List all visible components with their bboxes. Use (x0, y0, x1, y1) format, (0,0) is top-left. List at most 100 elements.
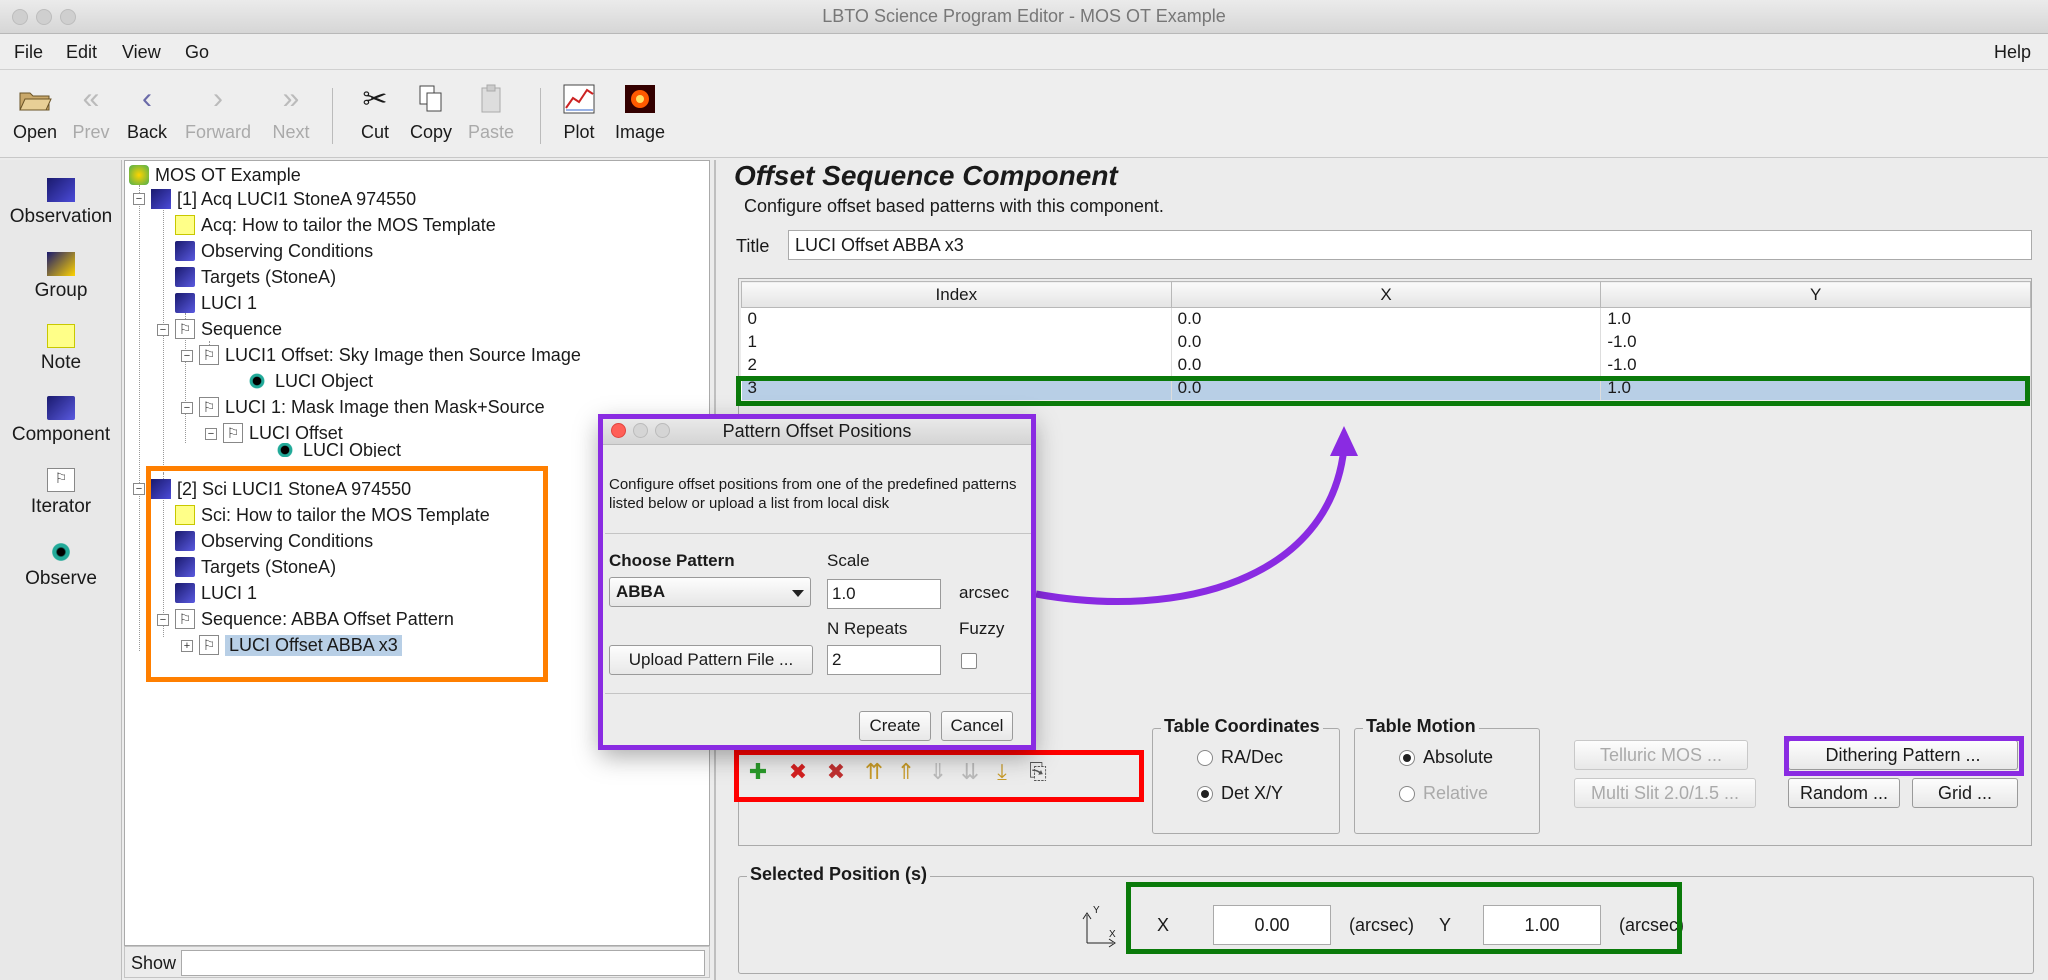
forward-button[interactable]: › Forward (180, 80, 256, 143)
paste-button[interactable]: Paste (466, 80, 516, 143)
expand-toggle[interactable]: + (181, 640, 193, 652)
table-row[interactable]: 0 0.0 1.0 (741, 307, 2031, 331)
next-button[interactable]: » Next (266, 80, 316, 143)
move-last-icon[interactable]: ⤓ (990, 760, 1014, 784)
radio-detxy[interactable]: Det X/Y (1197, 783, 1283, 804)
fuzzy-label: Fuzzy (959, 619, 1005, 638)
collapse-toggle[interactable]: − (181, 402, 193, 414)
tree-node-conditions-2[interactable]: Observing Conditions (175, 529, 373, 553)
cut-button[interactable]: ✂ Cut (352, 80, 398, 143)
column-header-index[interactable]: Index (741, 281, 1172, 308)
move-top-icon[interactable]: ⇈ (862, 760, 886, 784)
tree-node-sci-note[interactable]: Sci: How to tailor the MOS Template (175, 503, 490, 527)
show-filter-input[interactable] (181, 950, 705, 976)
scale-unit-label: arcsec (959, 583, 1010, 602)
table-row[interactable]: 1 0.0 -1.0 (741, 330, 2031, 354)
tree-node-luci-object[interactable]: LUCI Object (245, 369, 373, 393)
tree-node-acq-observation[interactable]: [1] Acq LUCI1 StoneA 974550 (151, 187, 416, 211)
telluric-mos-button[interactable]: Telluric MOS ... (1574, 740, 1748, 770)
collapse-toggle[interactable]: − (181, 350, 193, 362)
prev-button[interactable]: « Prev (68, 80, 114, 143)
multi-slit-button[interactable]: Multi Slit 2.0/1.5 ... (1574, 778, 1756, 808)
table-cell[interactable]: -1.0 (1600, 353, 2031, 377)
cancel-button[interactable]: Cancel (941, 711, 1013, 741)
image-button[interactable]: Image (612, 80, 668, 143)
table-cell[interactable]: 0.0 (1171, 330, 1602, 354)
tree-node-luci1[interactable]: LUCI 1 (175, 291, 257, 315)
menu-go[interactable]: Go (185, 42, 209, 63)
table-cell[interactable]: -1.0 (1600, 330, 2031, 354)
repeats-input[interactable]: 2 (827, 645, 941, 675)
create-button[interactable]: Create (859, 711, 931, 741)
grid-pattern-button[interactable]: Grid ... (1912, 778, 2018, 808)
tree-node-targets-2[interactable]: Targets (StoneA) (175, 555, 336, 579)
random-pattern-button[interactable]: Random ... (1788, 778, 1900, 808)
tree-node-sci-observation[interactable]: [2] Sci LUCI1 StoneA 974550 (151, 477, 411, 501)
tree-node-luci-offset[interactable]: ⚐ LUCI Offset (223, 421, 343, 445)
collapse-toggle[interactable]: − (205, 428, 217, 440)
paste-row-icon[interactable]: ⎘ (1026, 760, 1050, 784)
collapse-toggle[interactable]: − (157, 614, 169, 626)
collapse-toggle[interactable]: − (133, 193, 145, 205)
collapse-toggle[interactable]: − (157, 324, 169, 336)
tree-node-luci-object-2[interactable]: LUCI Object (273, 443, 401, 457)
tree-node-sequence[interactable]: ⚐ Sequence (175, 317, 282, 341)
copy-button[interactable]: Copy (406, 80, 456, 143)
table-cell[interactable]: 0.0 (1171, 307, 1602, 331)
palette-group[interactable]: Group (0, 252, 122, 302)
palette-observation[interactable]: Observation (0, 178, 122, 228)
table-cell[interactable]: 2 (741, 353, 1172, 377)
scale-input[interactable]: 1.0 (827, 579, 941, 609)
table-cell[interactable]: 1.0 (1600, 307, 2031, 331)
tree-node-sequence-abba[interactable]: ⚐ Sequence: ABBA Offset Pattern (175, 607, 454, 631)
tree-node-targets[interactable]: Targets (StoneA) (175, 265, 336, 289)
pattern-select[interactable]: ABBA (609, 577, 811, 607)
table-row[interactable]: 2 0.0 -1.0 (741, 353, 2031, 377)
menu-help[interactable]: Help (1994, 42, 2031, 63)
open-button[interactable]: Open (10, 80, 60, 143)
delete-all-icon[interactable]: ✖ (824, 760, 848, 784)
y-offset-input[interactable]: 1.00 (1483, 905, 1601, 945)
radio-relative[interactable]: Relative (1399, 783, 1488, 804)
menu-edit[interactable]: Edit (66, 42, 97, 63)
fuzzy-checkbox[interactable] (961, 653, 977, 669)
table-row-selected[interactable]: 3 0.0 1.0 (741, 376, 2031, 400)
x-offset-input[interactable]: 0.00 (1213, 905, 1331, 945)
iterator-icon: ⚐ (199, 397, 219, 417)
menu-file[interactable]: File (14, 42, 43, 63)
radio-absolute[interactable]: Absolute (1399, 747, 1493, 768)
delete-icon[interactable]: ✖ (786, 760, 810, 784)
table-cell[interactable]: 0 (741, 307, 1172, 331)
tree-node-acq-note[interactable]: Acq: How to tailor the MOS Template (175, 213, 496, 237)
table-cell[interactable]: 0.0 (1171, 376, 1602, 400)
table-cell[interactable]: 0.0 (1171, 353, 1602, 377)
tree-node-root[interactable]: MOS OT Example (129, 163, 301, 187)
column-header-x[interactable]: X (1170, 281, 1602, 308)
palette-note[interactable]: Note (0, 324, 122, 374)
palette-observe[interactable]: Observe (0, 540, 122, 590)
collapse-toggle[interactable]: − (133, 483, 145, 495)
tree-node-luci-offset-abba[interactable]: ⚐ LUCI Offset ABBA x3 (199, 633, 402, 657)
palette-component[interactable]: Component (0, 396, 122, 446)
table-cell[interactable]: 1.0 (1600, 376, 2031, 400)
back-button[interactable]: ‹ Back (122, 80, 172, 143)
table-cell[interactable]: 3 (741, 376, 1172, 400)
menu-view[interactable]: View (122, 42, 161, 63)
dithering-pattern-button[interactable]: Dithering Pattern ... (1788, 740, 2018, 770)
table-cell[interactable]: 1 (741, 330, 1172, 354)
move-bottom-icon[interactable]: ⇊ (958, 760, 982, 784)
tree-node-luci1-mask[interactable]: ⚐ LUCI 1: Mask Image then Mask+Source (199, 395, 545, 419)
palette-iterator[interactable]: ⚐ Iterator (0, 468, 122, 518)
tree-node-luci1-2[interactable]: LUCI 1 (175, 581, 257, 605)
move-up-icon[interactable]: ⇑ (894, 760, 918, 784)
plot-button[interactable]: Plot (556, 80, 602, 143)
upload-pattern-button[interactable]: Upload Pattern File ... (609, 645, 813, 675)
add-icon[interactable]: ✚ (746, 760, 770, 784)
radio-radec[interactable]: RA/Dec (1197, 747, 1283, 768)
note-icon (175, 505, 195, 525)
column-header-y[interactable]: Y (1600, 281, 2031, 308)
move-down-icon[interactable]: ⇓ (926, 760, 950, 784)
tree-node-conditions[interactable]: Observing Conditions (175, 239, 373, 263)
tree-node-luci1-offset[interactable]: ⚐ LUCI1 Offset: Sky Image then Source Im… (199, 343, 581, 367)
title-input[interactable]: LUCI Offset ABBA x3 (788, 230, 2032, 260)
